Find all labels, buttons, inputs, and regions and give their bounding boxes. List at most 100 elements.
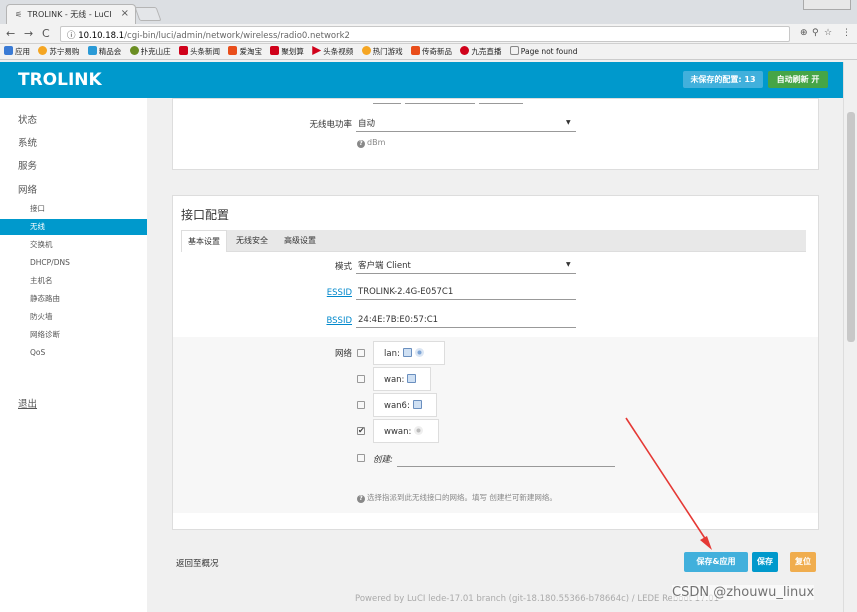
wifi-icon — [414, 348, 424, 357]
footer-text: Powered by LuCI lede-17.01 branch (git-1… — [355, 594, 720, 604]
field-underline — [373, 103, 401, 104]
ethernet-icon — [407, 374, 417, 383]
essid-value: TROLINK-2.4G-E057C1 — [358, 287, 454, 297]
browser-tab[interactable]: ⚟ TROLINK - 无线 - LuCI × — [6, 4, 136, 24]
sidebar-item-interfaces[interactable]: 接口 — [0, 201, 147, 217]
network-checkbox-create[interactable] — [357, 454, 365, 462]
bookmark-icon — [411, 46, 421, 55]
bookmark-item[interactable]: 头条视频 — [312, 44, 353, 59]
watermark: CSDN @zhouwu_linux — [672, 585, 815, 600]
sidebar-item-firewall[interactable]: 防火墙 — [0, 309, 147, 325]
sidebar-item-switch[interactable]: 交换机 — [0, 237, 147, 253]
tx-power-hint: ? dBm — [357, 138, 385, 148]
mode-value: 客户端 Client — [358, 261, 411, 271]
brand-logo[interactable]: TROLINK — [18, 70, 102, 90]
menu-icon[interactable]: ⋮ — [842, 28, 851, 38]
bookmark-item[interactable]: 九売直播 — [460, 44, 501, 59]
chevron-down-icon: ▼ — [566, 119, 571, 126]
mode-label: 模式 — [334, 262, 352, 272]
bssid-label[interactable]: BSSID — [300, 316, 352, 326]
sidebar-item-network[interactable]: 网络 — [18, 182, 37, 196]
save-apply-button[interactable]: 保存&应用 — [684, 552, 748, 572]
network-checkbox-wan[interactable] — [357, 375, 365, 383]
url-host: 10.10.18.1 — [78, 31, 125, 41]
apps-icon — [4, 46, 13, 55]
bookmark-icon — [228, 46, 238, 55]
bookmark-item[interactable]: 扑克山庄 — [129, 44, 171, 59]
bookmark-item[interactable]: 爱淘宝 — [228, 44, 262, 59]
location-icon — [460, 46, 470, 55]
input-underline — [356, 327, 576, 328]
page-icon — [509, 46, 519, 55]
ethernet-icon — [412, 400, 422, 409]
bookmark-item[interactable]: 头条新闻 — [179, 44, 220, 59]
create-network-label: 创建: — [373, 455, 393, 465]
create-network-input[interactable] — [397, 466, 615, 467]
url-input[interactable]: ⓘ 10.10.18.1/cgi-bin/luci/admin/network/… — [60, 26, 790, 42]
page-scrollbar[interactable] — [843, 62, 857, 612]
bookmarks-bar: 应用 苏宁易购 精品会 扑克山庄 头条新闻 爱淘宝 聚划算 头条视频 热门游戏 … — [0, 44, 857, 60]
bookmark-item[interactable]: 应用 — [4, 44, 30, 59]
network-option-wwan[interactable]: wwan: — [373, 419, 439, 443]
new-tab-button[interactable] — [134, 7, 162, 21]
address-bar: ← → C ⓘ 10.10.18.1/cgi-bin/luci/admin/ne… — [0, 24, 857, 44]
bssid-value: 24:4E:7B:E0:57:C1 — [358, 315, 439, 325]
sidebar-item-system[interactable]: 系统 — [18, 135, 37, 149]
unsaved-changes-badge[interactable]: 未保存的配置: 13 — [683, 71, 763, 88]
sidebar-item-services[interactable]: 服务 — [18, 158, 37, 172]
extension-icon[interactable]: ⚲ — [812, 28, 819, 38]
sidebar-item-status[interactable]: 状态 — [18, 112, 37, 126]
bookmark-icon — [361, 46, 371, 55]
sidebar-item-qos[interactable]: QoS — [0, 345, 147, 361]
bookmark-star-icon[interactable]: ☆ — [824, 28, 832, 38]
bookmark-item[interactable]: Page not found — [509, 44, 578, 59]
bookmark-icon — [179, 46, 189, 55]
tx-power-label: 无线电功率 — [309, 120, 352, 130]
sidebar-item-dhcp-dns[interactable]: DHCP/DNS — [0, 255, 147, 271]
bookmark-item[interactable]: 热门游戏 — [361, 44, 403, 59]
scrollbar-thumb[interactable] — [847, 112, 855, 342]
sidebar-item-hostnames[interactable]: 主机名 — [0, 273, 147, 289]
sidebar-item-logout[interactable]: 退出 — [18, 396, 37, 410]
bookmark-icon — [87, 46, 97, 55]
back-to-overview-link[interactable]: 返回至概况 — [176, 557, 219, 569]
sidebar-item-wireless[interactable]: 无线 — [0, 219, 147, 235]
network-label: 网络 — [334, 349, 352, 359]
essid-label[interactable]: ESSID — [300, 288, 352, 298]
bookmark-item[interactable]: 精品会 — [87, 44, 121, 59]
autorefresh-toggle[interactable]: 自动刷新 开 — [768, 71, 828, 88]
info-icon: ? — [357, 495, 365, 503]
info-icon[interactable]: ⓘ — [67, 31, 78, 41]
reset-button[interactable]: 复位 — [790, 552, 816, 572]
tab-advanced-settings[interactable]: 高级设置 — [284, 235, 316, 246]
network-checkbox-wan6[interactable] — [357, 401, 365, 409]
network-checkbox-wwan[interactable]: ✔ — [357, 427, 365, 435]
browser-tab-bar: ⚟ TROLINK - 无线 - LuCI × — [0, 0, 857, 24]
tx-power-value: 自动 — [358, 119, 376, 129]
tab-basic-settings[interactable]: 基本设置 — [181, 230, 227, 252]
zoom-icon[interactable]: ⊕ — [800, 28, 808, 38]
network-option-lan[interactable]: lan: — [373, 341, 445, 365]
bookmark-item[interactable]: 苏宁易购 — [38, 44, 79, 59]
save-button[interactable]: 保存 — [752, 552, 778, 572]
tab-title: TROLINK - 无线 - LuCI — [27, 10, 112, 19]
url-path: /cgi-bin/luci/admin/network/wireless/rad… — [124, 31, 350, 41]
network-checkbox-lan[interactable] — [357, 349, 365, 357]
window-controls[interactable] — [803, 0, 851, 10]
bookmark-icon — [38, 46, 48, 55]
network-option-wan6[interactable]: wan6: — [373, 393, 437, 417]
back-icon[interactable]: ← — [6, 27, 15, 40]
tab-wireless-security[interactable]: 无线安全 — [236, 235, 268, 246]
bookmark-item[interactable]: 传奇新品 — [411, 44, 452, 59]
device-config-card — [172, 98, 819, 170]
sidebar-item-diagnostics[interactable]: 网络诊断 — [0, 327, 147, 343]
network-field-band — [173, 337, 818, 513]
reload-icon[interactable]: C — [42, 27, 50, 40]
bookmark-item[interactable]: 聚划算 — [270, 44, 304, 59]
bookmark-icon — [270, 46, 280, 55]
sidebar-item-static-routes[interactable]: 静态路由 — [0, 291, 147, 307]
network-option-wan[interactable]: wan: — [373, 367, 431, 391]
close-tab-icon[interactable]: × — [121, 8, 129, 19]
forward-icon[interactable]: → — [24, 27, 33, 40]
input-underline — [356, 299, 576, 300]
